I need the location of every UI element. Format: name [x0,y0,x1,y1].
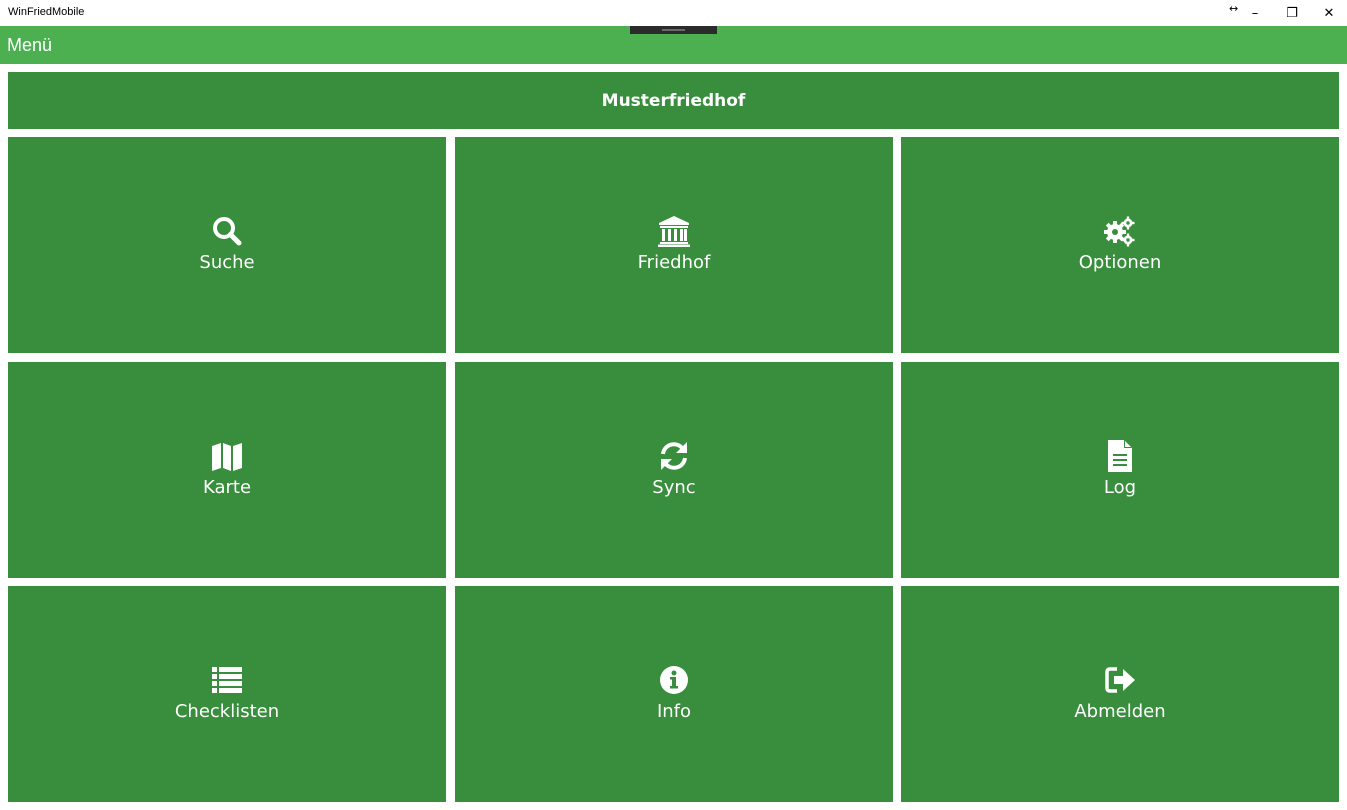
maximize-button[interactable]: ❐ [1274,0,1310,26]
gears-icon [1104,216,1135,247]
tile-label: Karte [202,477,252,498]
tile-label: Abmelden [1074,701,1166,722]
tile-label: Suche [199,252,255,273]
tile-karte[interactable]: Karte [8,362,446,578]
search-icon [213,217,242,246]
tile-suche[interactable]: Suche [8,137,446,353]
tile-label: Info [656,701,692,722]
menu-title: Menü [7,35,53,55]
tile-friedhof[interactable]: Friedhof [455,137,893,353]
minimize-button[interactable]: – [1237,0,1273,26]
info-circle-icon [660,666,688,694]
tile-checklisten[interactable]: Checklisten [8,586,446,802]
tile-optionen[interactable]: Optionen [901,137,1339,353]
tile-info[interactable]: Info [455,586,893,802]
tile-abmelden[interactable]: Abmelden [901,586,1339,802]
tile-label: Friedhof [637,252,711,273]
tile-label: Log [1103,477,1137,498]
tile-label: Checklisten [174,701,280,722]
file-text-icon [1108,440,1132,472]
tile-sync[interactable]: Sync [455,362,893,578]
tile-label: Sync [652,477,696,498]
cemetery-header: Musterfriedhof [8,72,1339,129]
list-icon [212,667,242,693]
refresh-icon [661,442,687,470]
tile-label: Optionen [1078,252,1162,273]
tile-log[interactable]: Log [901,362,1339,578]
sign-out-icon [1105,667,1135,693]
app-title: WinFriedMobile [8,6,85,18]
map-icon [212,443,242,471]
window-titlebar: WinFriedMobile ↔ – ❐ ✕ [0,0,1347,26]
institution-icon [658,216,690,247]
close-button[interactable]: ✕ [1311,0,1347,26]
tablet-drag-handle[interactable] [630,26,717,34]
